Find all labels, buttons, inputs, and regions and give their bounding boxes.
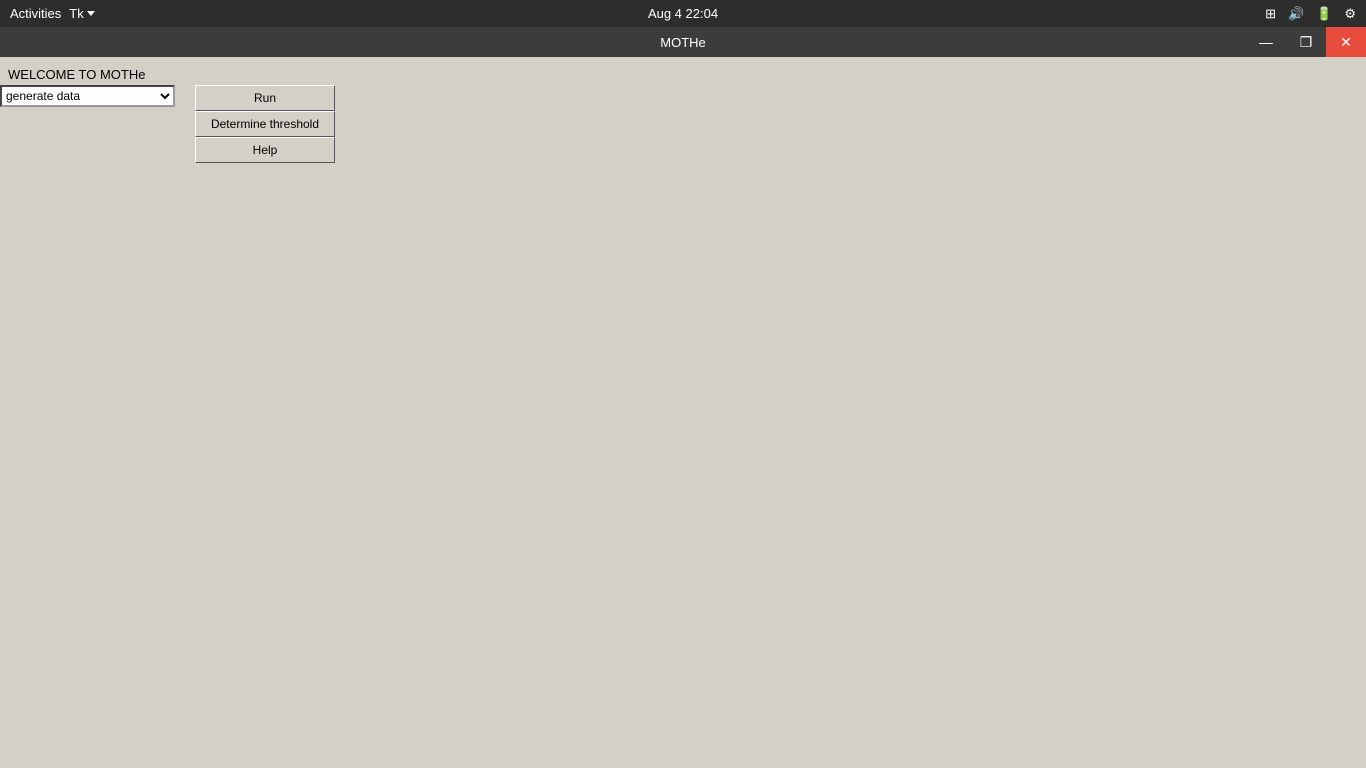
dropdown-container: generate data option2 option3	[0, 85, 175, 107]
tk-menu[interactable]: Tk	[69, 6, 94, 21]
system-bar-left: Activities Tk	[10, 6, 95, 21]
volume-icon: 🔊	[1288, 6, 1304, 22]
welcome-label: WELCOME TO MOTHe	[8, 67, 145, 82]
mode-select[interactable]: generate data option2 option3	[0, 85, 175, 107]
system-bar-right: ⊞ 🔊 🔋 ⚙	[1265, 6, 1356, 22]
system-bar-datetime: Aug 4 22:04	[648, 6, 718, 21]
run-button[interactable]: Run	[195, 85, 335, 111]
window-title: MOTHe	[660, 35, 706, 50]
buttons-container: Run Determine threshold Help	[195, 85, 335, 163]
tk-chevron-icon	[87, 11, 95, 16]
mode-select-wrapper[interactable]: generate data option2 option3	[0, 85, 175, 107]
title-bar: MOTHe — ❐ ✕	[0, 27, 1366, 57]
determine-threshold-button[interactable]: Determine threshold	[195, 111, 335, 137]
tk-label: Tk	[69, 6, 83, 21]
help-button[interactable]: Help	[195, 137, 335, 163]
network-icon: ⊞	[1265, 6, 1276, 22]
minimize-button[interactable]: —	[1246, 27, 1286, 57]
system-bar: Activities Tk Aug 4 22:04 ⊞ 🔊 🔋 ⚙	[0, 0, 1366, 27]
window-controls: — ❐ ✕	[1246, 27, 1366, 57]
activities-label[interactable]: Activities	[10, 6, 61, 21]
battery-icon: 🔋	[1316, 6, 1332, 22]
app-content: WELCOME TO MOTHe generate data option2 o…	[0, 57, 1366, 768]
settings-icon: ⚙	[1344, 6, 1356, 22]
close-button[interactable]: ✕	[1326, 27, 1366, 57]
maximize-button[interactable]: ❐	[1286, 27, 1326, 57]
